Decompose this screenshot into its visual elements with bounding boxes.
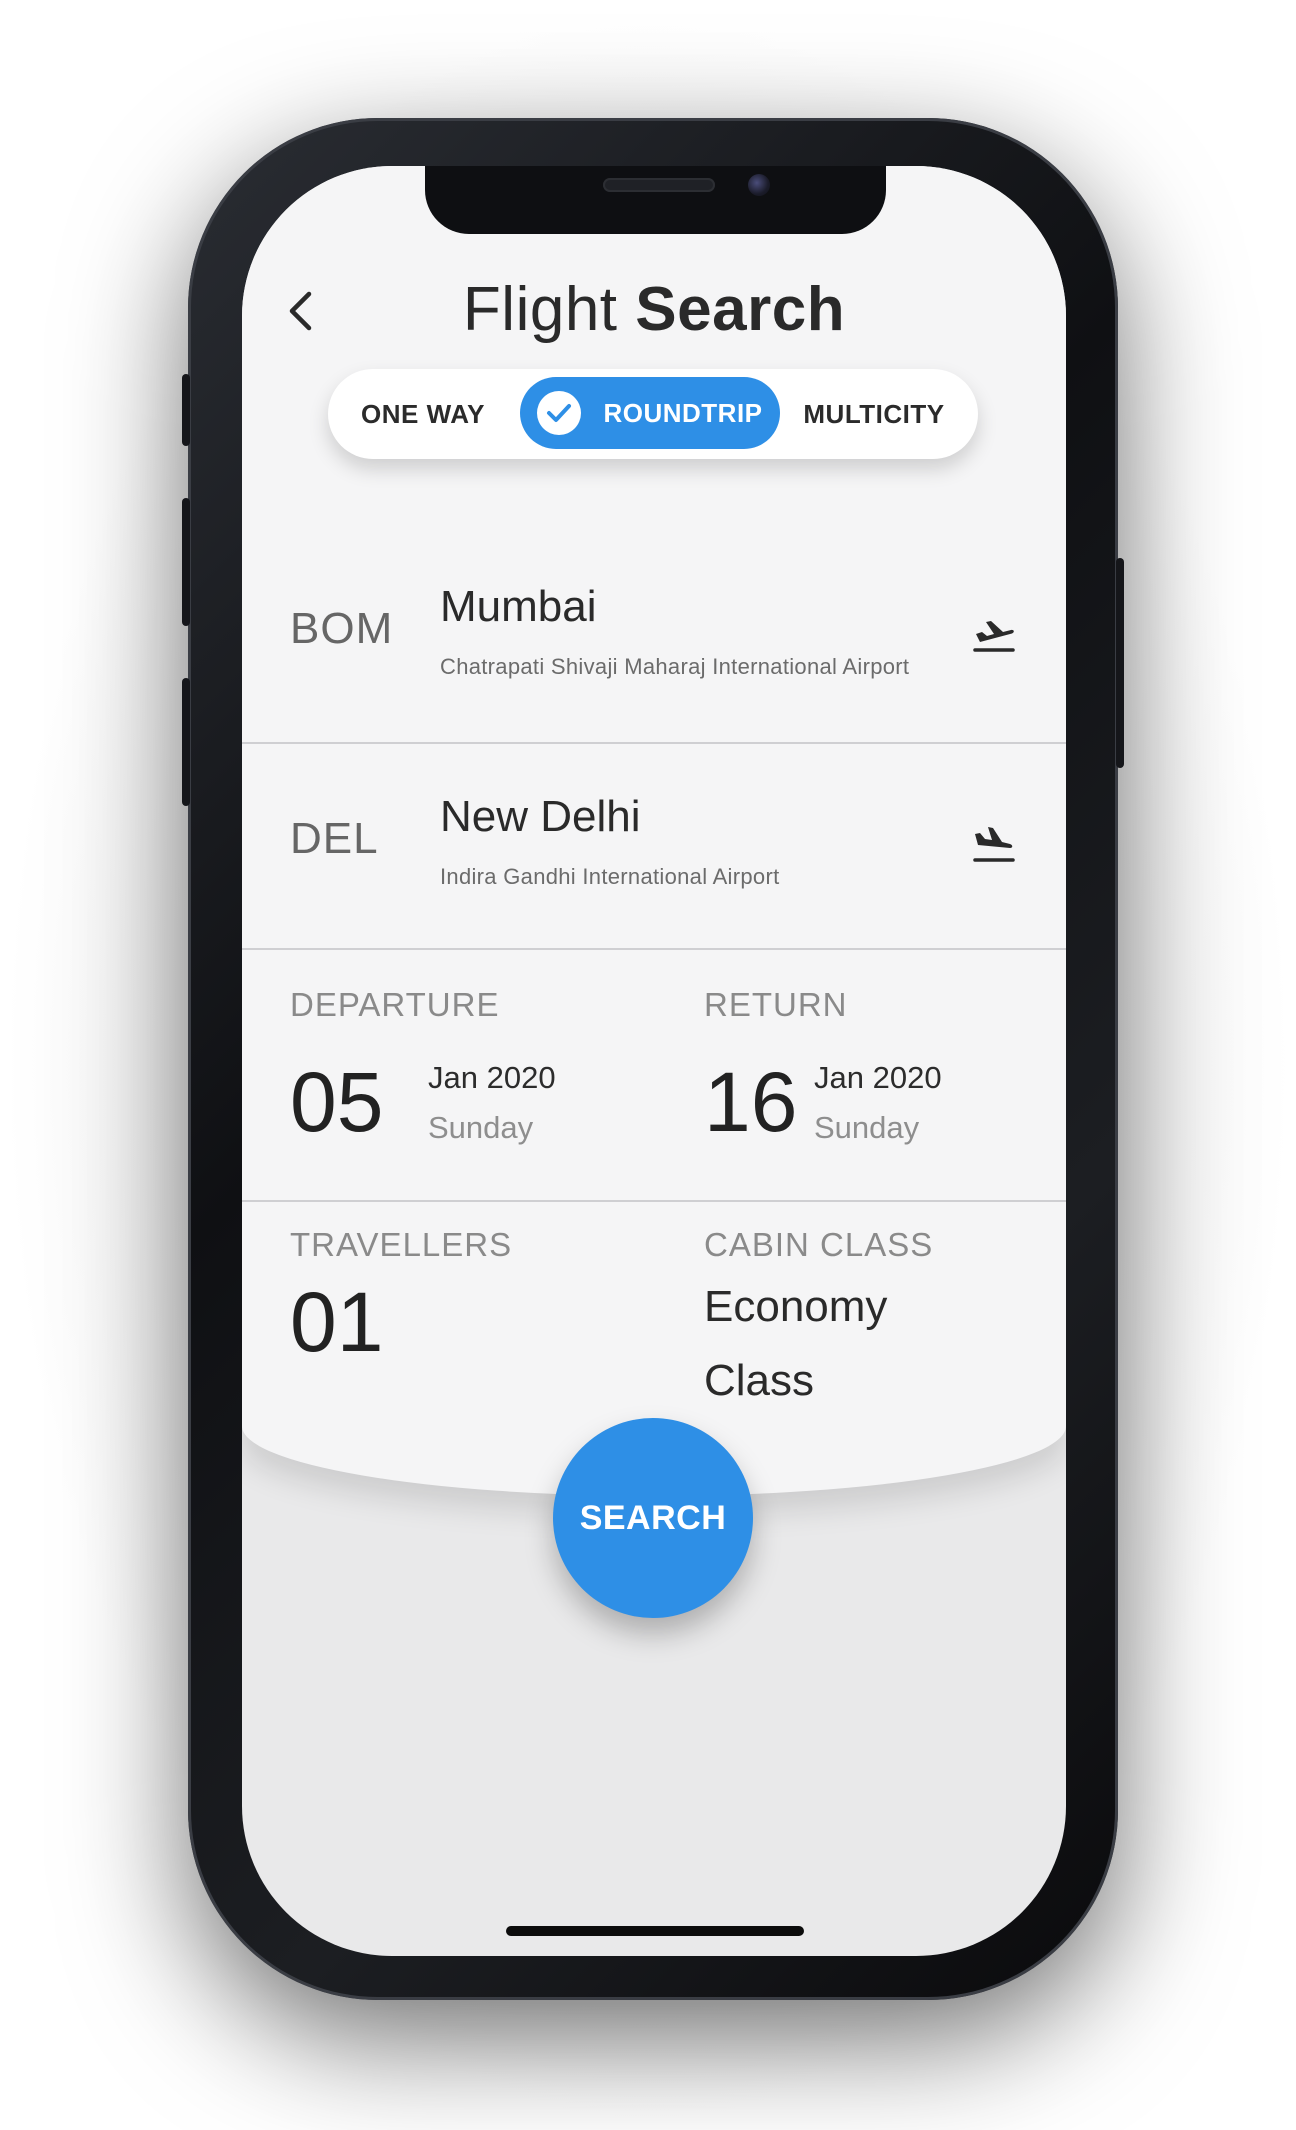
destination-code: DEL — [290, 814, 379, 863]
return-day[interactable]: 16 — [704, 1054, 797, 1151]
check-icon — [537, 391, 582, 435]
trip-type-multicity[interactable]: MULTICITY — [784, 369, 964, 459]
phone-speaker — [603, 178, 715, 192]
plane-takeoff-icon — [973, 621, 1015, 652]
origin-code: BOM — [290, 604, 394, 653]
destination-city: New Delhi — [440, 792, 641, 841]
departure-month-year: Jan 2020 — [428, 1060, 556, 1095]
plane-landing-icon — [973, 827, 1015, 862]
phone-volume-down-button — [182, 678, 190, 806]
origin-city: Mumbai — [440, 582, 597, 631]
phone-side-button — [182, 374, 190, 446]
page-title-light: Flight — [462, 275, 618, 344]
phone-camera — [748, 174, 770, 196]
phone-frame: Flight Search ONE WAY ROUNDTRIP MULTICIT… — [182, 118, 1124, 2000]
origin-airport: Chatrapati Shivaji Maharaj International… — [440, 654, 910, 679]
travellers-value[interactable]: 01 — [290, 1274, 383, 1371]
trip-type-selector: ONE WAY ROUNDTRIP MULTICITY — [328, 369, 978, 459]
stage: Flight Search ONE WAY ROUNDTRIP MULTICIT… — [0, 0, 1296, 2130]
trip-type-one-way[interactable]: ONE WAY — [348, 369, 498, 459]
departure-day[interactable]: 05 — [290, 1054, 383, 1151]
search-button[interactable]: SEARCH — [553, 1418, 753, 1618]
phone-notch — [425, 166, 886, 234]
page-title: Flight Search — [242, 274, 1066, 345]
travellers-label: TRAVELLERS — [290, 1226, 513, 1263]
origin-row[interactable]: BOM Mumbai Chatrapati Shivaji Maharaj In… — [242, 534, 1066, 744]
page-title-bold: Search — [635, 275, 846, 344]
departure-label: DEPARTURE — [290, 986, 500, 1023]
trip-type-roundtrip[interactable]: ROUNDTRIP — [520, 377, 780, 449]
return-month-year: Jan 2020 — [814, 1060, 942, 1095]
dates-row: DEPARTURE 05 Jan 2020 Sunday RETURN 16 J… — [242, 950, 1066, 1202]
phone-screen: Flight Search ONE WAY ROUNDTRIP MULTICIT… — [242, 166, 1066, 1956]
destination-airport: Indira Gandhi International Airport — [440, 864, 780, 889]
cabin-class-label: CABIN CLASS — [704, 1226, 934, 1263]
search-card: Flight Search ONE WAY ROUNDTRIP MULTICIT… — [242, 166, 1066, 1496]
phone-power-button — [1116, 558, 1124, 768]
destination-row[interactable]: DEL New Delhi Indira Gandhi Internationa… — [242, 744, 1066, 950]
cabin-class-value[interactable]: Economy Class — [704, 1270, 964, 1418]
phone-volume-up-button — [182, 498, 190, 626]
home-indicator[interactable] — [506, 1926, 804, 1936]
departure-weekday: Sunday — [428, 1110, 534, 1145]
return-label: RETURN — [704, 986, 848, 1023]
trip-type-roundtrip-label: ROUNDTRIP — [603, 397, 763, 428]
return-weekday: Sunday — [814, 1110, 920, 1145]
